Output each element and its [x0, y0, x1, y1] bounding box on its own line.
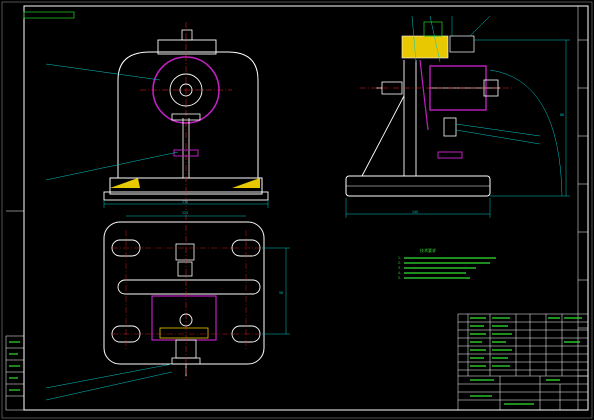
left-sign-block-marks: [9, 341, 20, 391]
front-view: 170: [45, 22, 269, 210]
side-height-dim: 88: [560, 113, 564, 117]
side-view: 140 88: [345, 15, 570, 218]
side-width-dim: 140: [412, 210, 418, 214]
sheet-border: [1, 1, 593, 419]
notes-line-3: 3.: [398, 266, 401, 270]
notes-line-1: 1.: [398, 256, 401, 260]
top-center-slot: [117, 279, 261, 295]
notes-title: 技术要求: [420, 247, 436, 253]
technical-notes: 技术要求 1. 2. 3. 4. 5.: [398, 247, 496, 280]
front-top-bolt: [181, 29, 193, 41]
side-brace: [361, 95, 405, 177]
side-top-block-hatched: [401, 35, 449, 59]
top-left-label-box: [23, 11, 75, 19]
notes-line-2: 2.: [398, 261, 401, 265]
top-body: [103, 221, 265, 365]
top-width-dim: 125: [182, 211, 188, 215]
top-magenta-frame: [151, 295, 217, 341]
front-body-outline: [117, 51, 259, 178]
top-view: 125 56: [45, 211, 290, 401]
notes-line-4: 4.: [398, 271, 401, 275]
front-base-hatch-left: [110, 178, 140, 188]
cad-drawing-canvas: 170 140 88 125 56 技术要求 1. 2. 3. 4. 5.: [1, 1, 593, 419]
notes-line-5: 5.: [398, 276, 401, 280]
left-sign-block: [5, 335, 25, 411]
title-block-text-bars: [470, 317, 582, 405]
front-width-dim: 170: [182, 200, 188, 204]
top-height-dim: 56: [279, 291, 283, 295]
front-base-hatch-right: [232, 178, 260, 188]
right-zone-marks: [577, 6, 588, 410]
